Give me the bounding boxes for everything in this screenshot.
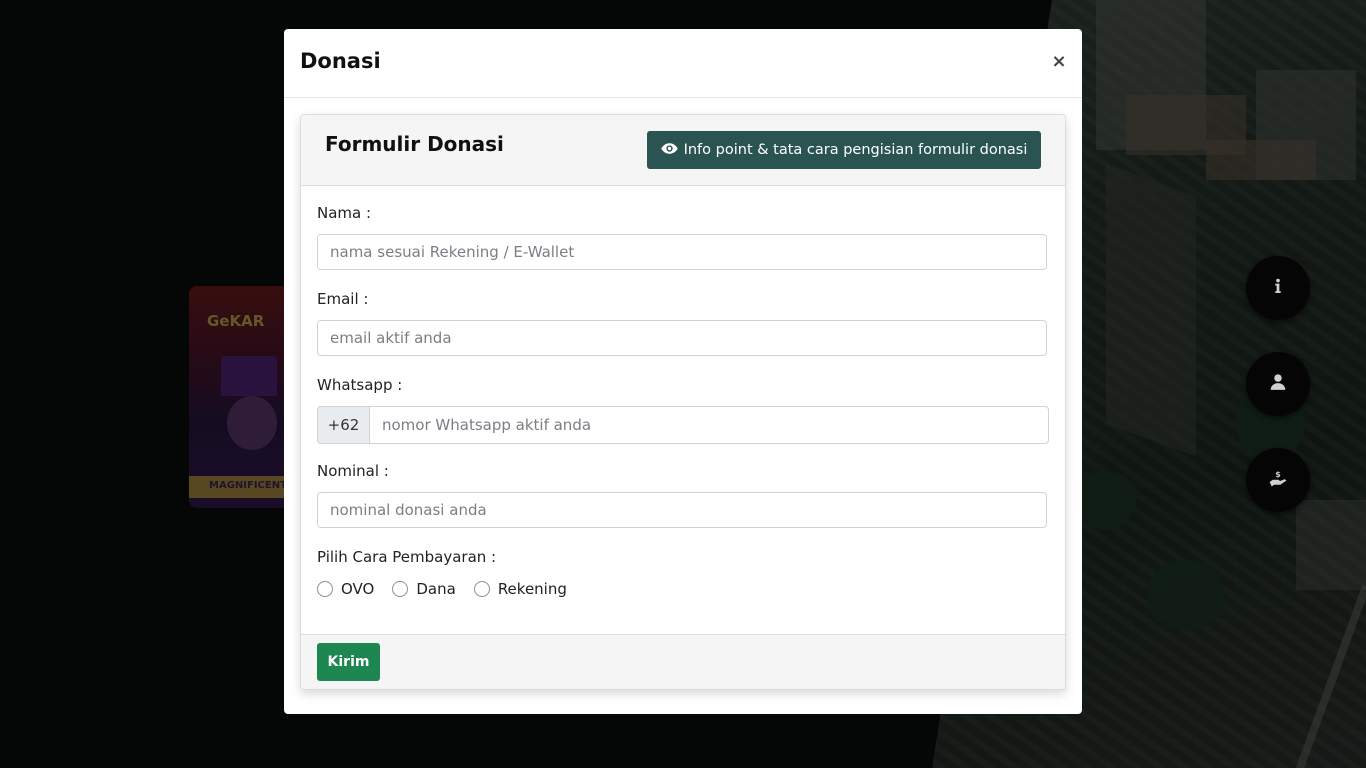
payment-method-label: Pilih Cara Pembayaran : — [317, 548, 497, 566]
modal-header: Donasi × — [284, 29, 1082, 98]
user-fab-button[interactable] — [1246, 352, 1310, 416]
payment-option-dana[interactable]: Dana — [392, 580, 456, 598]
radio-button[interactable] — [473, 581, 490, 597]
form-title: Formulir Donasi — [325, 132, 504, 156]
info-fab-button[interactable] — [1246, 256, 1310, 320]
payment-method-options: OVO Dana Rekening — [317, 580, 567, 598]
donate-hand-icon: $ — [1269, 469, 1287, 491]
payment-option-label: Rekening — [497, 580, 567, 598]
modal-title: Donasi — [300, 49, 381, 73]
whatsapp-input[interactable] — [369, 406, 1049, 444]
whatsapp-input-group: +62 — [317, 406, 1049, 444]
country-code-prefix: +62 — [317, 406, 369, 444]
whatsapp-label: Whatsapp : — [317, 376, 403, 394]
submit-button[interactable]: Kirim — [317, 643, 380, 681]
form-card-footer: Kirim — [301, 634, 1065, 689]
payment-option-rekening[interactable]: Rekening — [473, 580, 567, 598]
email-label: Email : — [317, 290, 369, 308]
info-icon — [1269, 277, 1287, 299]
info-guide-label: Info point & tata cara pengisian formuli… — [683, 142, 1028, 158]
svg-text:$: $ — [1275, 470, 1280, 479]
nominal-label: Nominal : — [317, 462, 389, 480]
nama-input[interactable] — [317, 234, 1047, 270]
radio-button[interactable] — [317, 581, 333, 597]
user-icon — [1269, 373, 1287, 395]
form-card-header: Formulir Donasi Info point & tata cara p… — [301, 115, 1065, 186]
nama-label: Nama : — [317, 204, 372, 222]
payment-option-label: Dana — [416, 580, 456, 598]
email-input[interactable] — [317, 320, 1047, 356]
radio-button[interactable] — [392, 581, 409, 597]
payment-option-label: OVO — [341, 580, 375, 598]
donation-form-card: Formulir Donasi Info point & tata cara p… — [300, 114, 1066, 690]
info-guide-button[interactable]: Info point & tata cara pengisian formuli… — [647, 131, 1041, 169]
eye-icon — [660, 140, 678, 161]
payment-option-ovo[interactable]: OVO — [317, 580, 374, 598]
donation-modal: Donasi × Formulir Donasi Info point & ta… — [284, 29, 1082, 714]
nominal-input[interactable] — [317, 492, 1047, 528]
close-icon[interactable]: × — [1050, 51, 1068, 73]
donate-fab-button[interactable]: $ — [1246, 448, 1310, 512]
